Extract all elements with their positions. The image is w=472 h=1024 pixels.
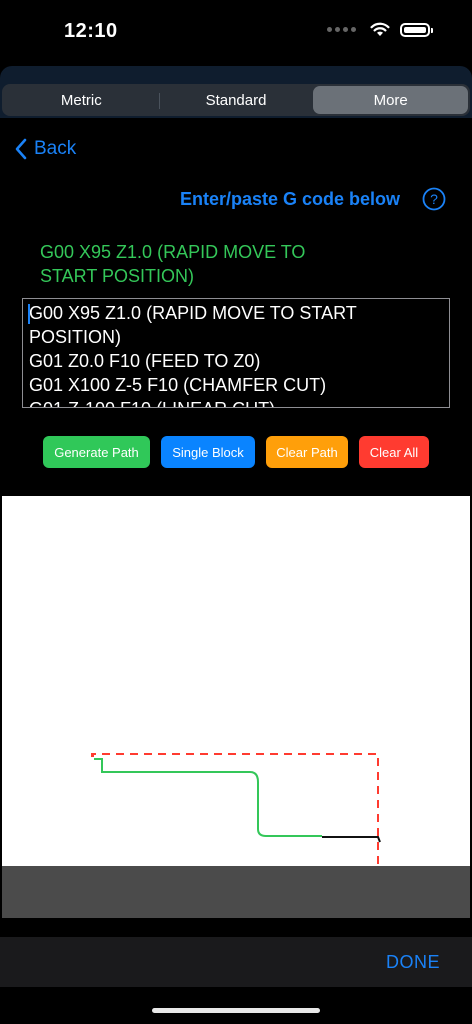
canvas-footer-panel	[2, 866, 470, 918]
tab-standard[interactable]: Standard	[158, 86, 314, 114]
text-cursor	[28, 304, 30, 324]
clear-all-button[interactable]: Clear All	[359, 436, 429, 468]
cellular-signal-icon	[327, 27, 356, 32]
status-bar: 12:10	[0, 0, 472, 64]
current-block-label: G00 X95 Z1.0 (RAPID MOVE TO START POSITI…	[40, 242, 306, 286]
tab-more[interactable]: More	[313, 86, 469, 114]
current-cut-segment	[322, 836, 381, 843]
generate-path-button[interactable]: Generate Path	[43, 436, 150, 468]
code-line: G01 X100 Z-5 F10 (CHAMFER CUT)	[29, 375, 327, 395]
back-label: Back	[34, 138, 77, 159]
status-icons	[327, 22, 433, 37]
code-line: G01 Z0.0 F10 (FEED TO Z0)	[29, 351, 261, 371]
battery-icon	[400, 22, 433, 37]
code-line: G00 X95 Z1.0 (RAPID MOVE TO START POSITI…	[29, 303, 362, 347]
feed-path	[94, 758, 322, 837]
toolpath-canvas[interactable]	[2, 496, 470, 866]
chevron-left-icon	[15, 138, 27, 160]
question-circle-icon[interactable]: ?	[422, 187, 446, 211]
action-buttons: Generate Path Single Block Clear Path Cl…	[0, 436, 472, 468]
status-time: 12:10	[64, 20, 118, 42]
back-button[interactable]: Back	[14, 138, 76, 160]
rapid-path	[91, 753, 379, 866]
tab-metric[interactable]: Metric	[4, 86, 159, 114]
gcode-prompt: Enter/paste G code below	[180, 189, 401, 209]
done-button[interactable]: DONE	[386, 952, 440, 973]
single-block-button[interactable]: Single Block	[161, 436, 255, 468]
toolpath-drawing	[91, 753, 381, 866]
wifi-icon	[370, 22, 390, 36]
code-line: G01 Z-100 F10 (LINEAR CUT)	[29, 397, 443, 407]
clear-path-button[interactable]: Clear Path	[266, 436, 348, 468]
home-indicator	[152, 1008, 320, 1013]
unit-segmented-control: Metric Standard More	[2, 84, 470, 116]
svg-text:?: ?	[430, 191, 438, 207]
gcode-text-area[interactable]: G00 X95 Z1.0 (RAPID MOVE TO START POSITI…	[22, 298, 450, 408]
